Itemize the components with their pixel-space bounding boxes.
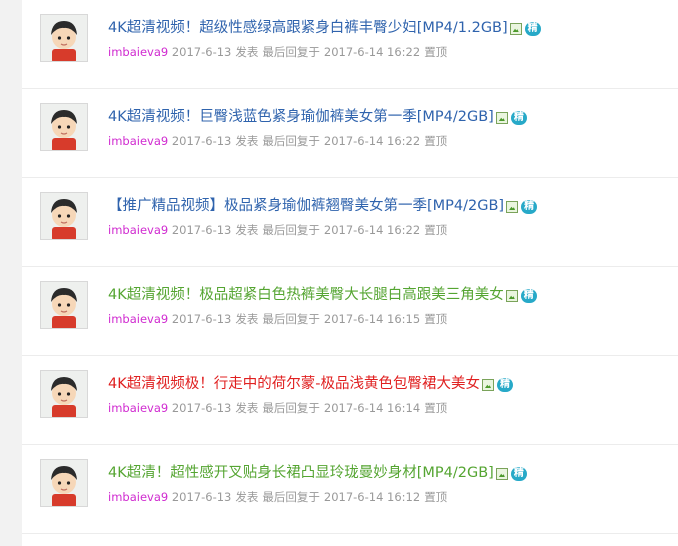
- last-reply-label: 最后回复于: [262, 134, 320, 148]
- thread-row: 4K超清！超性感开叉贴身长裙凸显玲珑曼妙身材[MP4/2GB] 精 imbaie…: [22, 445, 678, 534]
- last-reply-time: 2017-6-14 16:14: [323, 401, 421, 415]
- pin-label: 置顶: [424, 401, 448, 415]
- author-link[interactable]: imbaieva9: [108, 134, 168, 148]
- thread-title-line: 4K超清！超性感开叉贴身长裙凸显玲珑曼妙身材[MP4/2GB] 精: [108, 463, 527, 483]
- pin-label: 置顶: [424, 223, 448, 237]
- avatar[interactable]: [40, 370, 88, 418]
- thread-title-link[interactable]: 【推广精品视频】极品紧身瑜伽裤翘臀美女第一季[MP4/2GB]: [108, 196, 504, 216]
- left-rail: [0, 0, 22, 546]
- thread-title-link[interactable]: 4K超清！超性感开叉贴身长裙凸显玲珑曼妙身材[MP4/2GB]: [108, 463, 494, 483]
- last-reply-time: 2017-6-14 16:12: [323, 490, 421, 504]
- post-date: 2017-6-13: [171, 490, 232, 504]
- post-label: 发表: [235, 490, 259, 504]
- avatar-image: [41, 460, 87, 506]
- last-reply-time: 2017-6-14 16:22: [323, 45, 421, 59]
- author-link[interactable]: imbaieva9: [108, 45, 168, 59]
- thread-meta: imbaieva9 2017-6-13 发表 最后回复于 2017-6-14 16:2…: [108, 44, 451, 60]
- thread-meta: imbaieva9 2017-6-13 发表 最后回复于 2017-6-14 16:1…: [108, 311, 451, 327]
- image-attachment-icon: [495, 468, 508, 480]
- last-reply-label: 最后回复于: [262, 45, 320, 59]
- thread-title-link[interactable]: 4K超清视频极！行走中的荷尔蒙-极品浅黄色包臀裙大美女: [108, 374, 480, 394]
- last-reply-label: 最后回复于: [262, 401, 320, 415]
- thread-title-line: 4K超清视频！巨臀浅蓝色紧身瑜伽裤美女第一季[MP4/2GB] 精: [108, 107, 527, 127]
- thread-title-line: 【推广精品视频】极品紧身瑜伽裤翘臀美女第一季[MP4/2GB] 精: [108, 196, 538, 216]
- thread-title-line: 4K超清视频！极品超紧白色热裤美臀大长腿白高跟美三角美女 精: [108, 285, 537, 305]
- last-reply-label: 最后回复于: [262, 312, 320, 326]
- thread-meta: imbaieva9 2017-6-13 发表 最后回复于 2017-6-14 16:1…: [108, 489, 451, 505]
- digest-badge-icon: 精: [510, 467, 527, 481]
- post-date: 2017-6-13: [171, 401, 232, 415]
- thread-row: 【推广精品视频】极品紧身瑜伽裤翘臀美女第一季[MP4/2GB] 精 imbaie…: [22, 178, 678, 267]
- thread-meta: imbaieva9 2017-6-13 发表 最后回复于 2017-6-14 16:1…: [108, 400, 451, 416]
- post-date: 2017-6-13: [171, 134, 232, 148]
- pin-label: 置顶: [424, 134, 448, 148]
- post-label: 发表: [235, 45, 259, 59]
- pin-label: 置顶: [424, 490, 448, 504]
- post-label: 发表: [235, 223, 259, 237]
- thread-title-link[interactable]: 4K超清视频！极品超紧白色热裤美臀大长腿白高跟美三角美女: [108, 285, 504, 305]
- author-link[interactable]: imbaieva9: [108, 401, 168, 415]
- thread-row: 4K超清视频！超级性感绿高跟紧身白裤丰臀少妇[MP4/1.2GB] 精 imba…: [22, 0, 678, 89]
- avatar[interactable]: [40, 459, 88, 507]
- digest-badge-icon: 精: [521, 200, 538, 214]
- avatar-image: [41, 193, 87, 239]
- thread-meta: imbaieva9 2017-6-13 发表 最后回复于 2017-6-14 16:2…: [108, 133, 451, 149]
- avatar-image: [41, 371, 87, 417]
- last-reply-time: 2017-6-14 16:22: [323, 134, 421, 148]
- post-label: 发表: [235, 312, 259, 326]
- post-label: 发表: [235, 134, 259, 148]
- image-attachment-icon: [509, 23, 522, 35]
- last-reply-label: 最后回复于: [262, 490, 320, 504]
- pin-label: 置顶: [424, 45, 448, 59]
- digest-badge-icon: 精: [496, 378, 513, 392]
- image-attachment-icon: [505, 290, 518, 302]
- author-link[interactable]: imbaieva9: [108, 490, 168, 504]
- thread-title-link[interactable]: 4K超清视频！巨臀浅蓝色紧身瑜伽裤美女第一季[MP4/2GB]: [108, 107, 494, 127]
- avatar-image: [41, 282, 87, 328]
- digest-badge-icon: 精: [520, 289, 537, 303]
- avatar[interactable]: [40, 281, 88, 329]
- last-reply-time: 2017-6-14 16:15: [323, 312, 421, 326]
- post-date: 2017-6-13: [171, 312, 232, 326]
- avatar-image: [41, 104, 87, 150]
- pin-label: 置顶: [424, 312, 448, 326]
- thread-title-line: 4K超清视频极！行走中的荷尔蒙-极品浅黄色包臀裙大美女 精: [108, 374, 513, 394]
- thread-row: 4K超清视频！巨臀浅蓝色紧身瑜伽裤美女第一季[MP4/2GB] 精 imbaie…: [22, 89, 678, 178]
- image-attachment-icon: [495, 112, 508, 124]
- digest-badge-icon: 精: [510, 111, 527, 125]
- post-date: 2017-6-13: [171, 45, 232, 59]
- last-reply-label: 最后回复于: [262, 223, 320, 237]
- image-attachment-icon: [506, 201, 519, 213]
- thread-row: 4K超清视频！极品超紧白色热裤美臀大长腿白高跟美三角美女 精 imbaieva9…: [22, 267, 678, 356]
- post-date: 2017-6-13: [171, 223, 232, 237]
- thread-title-line: 4K超清视频！超级性感绿高跟紧身白裤丰臀少妇[MP4/1.2GB] 精: [108, 18, 541, 38]
- avatar[interactable]: [40, 192, 88, 240]
- thread-row: 4K超清视频极！行走中的荷尔蒙-极品浅黄色包臀裙大美女 精 imbaieva9 …: [22, 356, 678, 445]
- avatar-image: [41, 15, 87, 61]
- thread-title-link[interactable]: 4K超清视频！超级性感绿高跟紧身白裤丰臀少妇[MP4/1.2GB]: [108, 18, 508, 38]
- image-attachment-icon: [481, 379, 494, 391]
- avatar[interactable]: [40, 103, 88, 151]
- author-link[interactable]: imbaieva9: [108, 312, 168, 326]
- digest-badge-icon: 精: [524, 22, 541, 36]
- post-label: 发表: [235, 401, 259, 415]
- thread-meta: imbaieva9 2017-6-13 发表 最后回复于 2017-6-14 16:2…: [108, 222, 451, 238]
- author-link[interactable]: imbaieva9: [108, 223, 168, 237]
- avatar[interactable]: [40, 14, 88, 62]
- last-reply-time: 2017-6-14 16:22: [323, 223, 421, 237]
- thread-list: 4K超清视频！超级性感绿高跟紧身白裤丰臀少妇[MP4/1.2GB] 精 imba…: [22, 0, 678, 546]
